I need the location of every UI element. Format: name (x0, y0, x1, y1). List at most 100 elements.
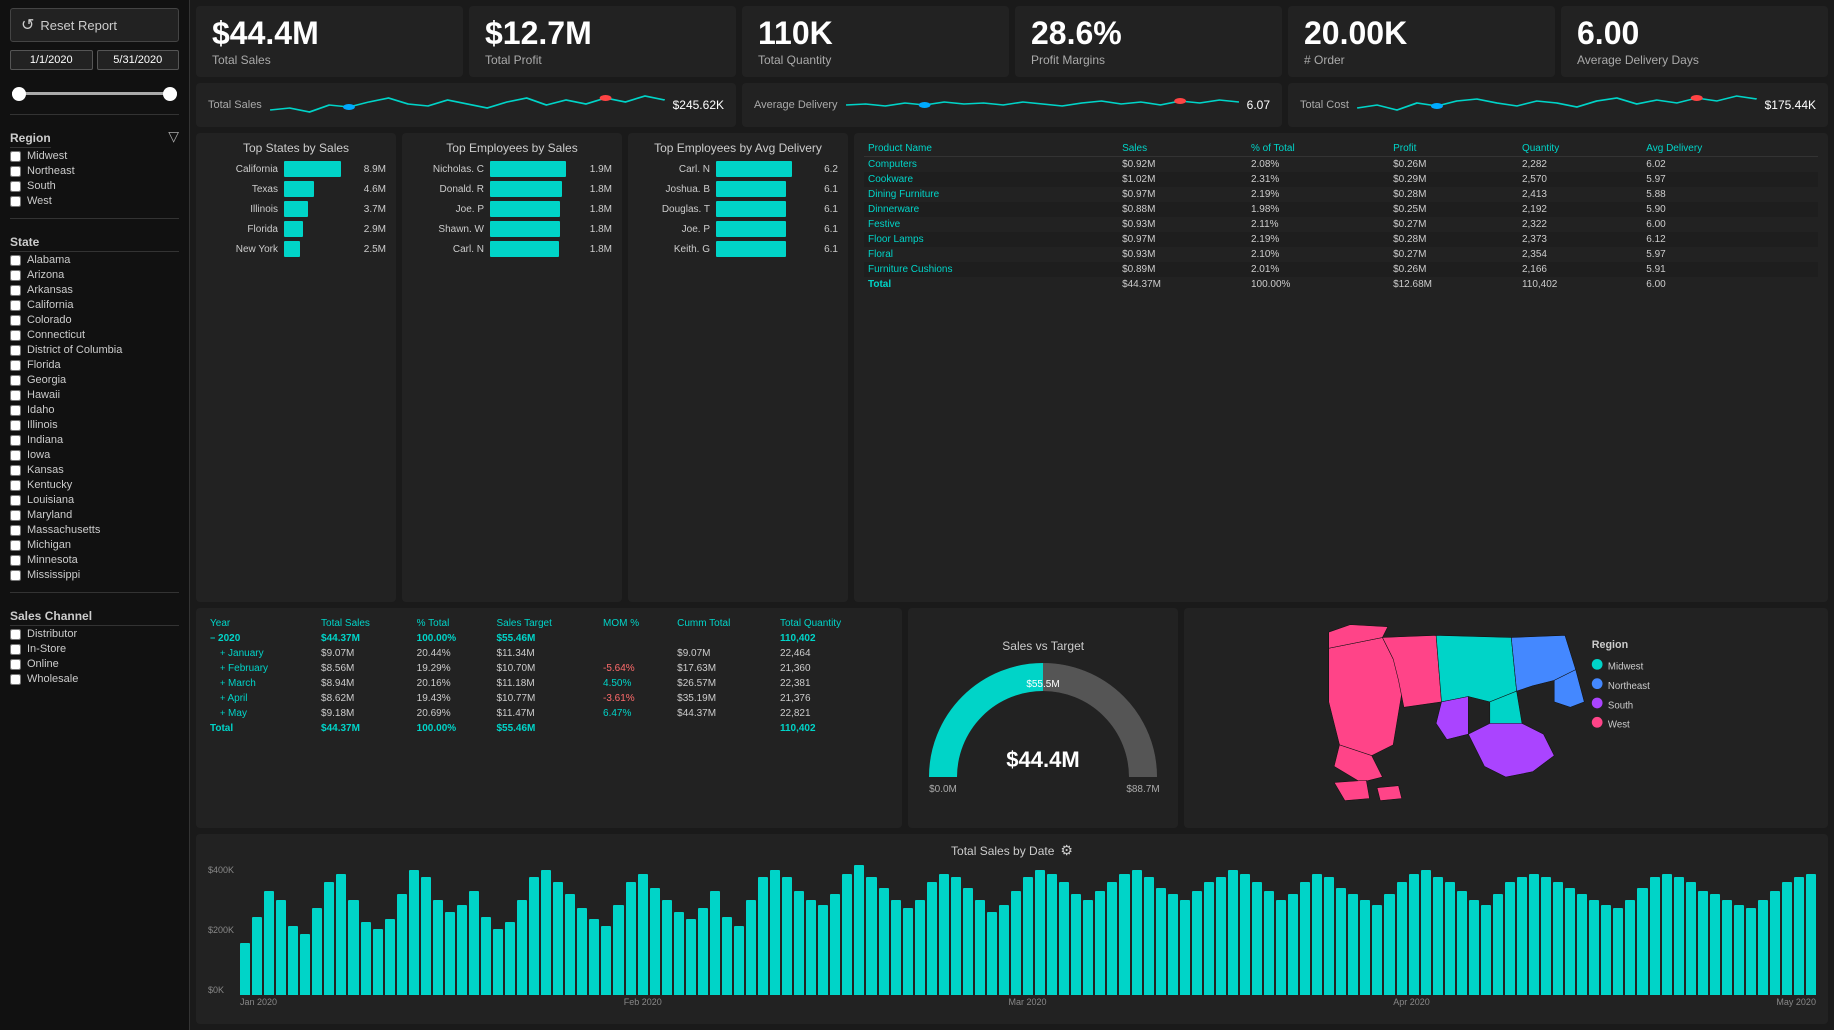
channel-online[interactable]: Online (10, 657, 179, 671)
state-kentucky[interactable]: Kentucky (10, 478, 179, 492)
bar-chart-bar (373, 929, 383, 995)
bar-chart-bar (782, 877, 792, 995)
channel-instore[interactable]: In-Store (10, 642, 179, 656)
bar-chart-bar (1469, 900, 1479, 995)
col-pct-total[interactable]: % Total (413, 616, 493, 631)
bar-chart-bar (1047, 874, 1057, 995)
us-map-svg: Midwest Northeast South West Region (1194, 616, 1818, 820)
state-arkansas[interactable]: Arkansas (10, 283, 179, 297)
bar-chart-bar (1336, 888, 1346, 995)
col-sales-target[interactable]: Sales Target (492, 616, 599, 631)
state-iowa[interactable]: Iowa (10, 448, 179, 462)
bar-chart-bar (1746, 908, 1756, 995)
channel-distributor[interactable]: Distributor (10, 627, 179, 641)
region-midwest[interactable]: Midwest (10, 149, 179, 163)
bar-chart-bar (1577, 894, 1587, 995)
bar-chart-bar (541, 870, 551, 995)
state-connecticut[interactable]: Connecticut (10, 328, 179, 342)
state-massachusetts[interactable]: Massachusetts (10, 523, 179, 537)
bar-chart-bar (1722, 900, 1732, 995)
state-arizona[interactable]: Arizona (10, 268, 179, 282)
date-start[interactable]: 1/1/2020 (10, 50, 93, 70)
col-product-name[interactable]: Product Name (864, 141, 1118, 157)
state-california[interactable]: California (10, 298, 179, 312)
channel-wholesale[interactable]: Wholesale (10, 672, 179, 686)
state-hawaii[interactable]: Hawaii (10, 388, 179, 402)
bar-chart-bar (553, 882, 563, 995)
bottom-row: Year Total Sales % Total Sales Target MO… (196, 608, 1828, 828)
col-pct-total[interactable]: % of Total (1247, 141, 1389, 157)
emp-sales-bar-nicholas: Nicholas. C 1.9M (412, 161, 612, 177)
bar-chart-bar (987, 912, 997, 995)
state-maryland[interactable]: Maryland (10, 508, 179, 522)
state-louisiana[interactable]: Louisiana (10, 493, 179, 507)
bar-chart-bar (252, 917, 262, 995)
state-colorado[interactable]: Colorado (10, 313, 179, 327)
state-georgia[interactable]: Georgia (10, 373, 179, 387)
bar-chart-bar (1433, 877, 1443, 995)
bar-chart-bar (1384, 894, 1394, 995)
state-idaho[interactable]: Idaho (10, 403, 179, 417)
bar-chart-bar (1083, 900, 1093, 995)
sales-channel-filter: Sales Channel Distributor In-Store Onlin… (10, 603, 179, 686)
bar-chart-bar (1782, 882, 1792, 995)
state-illinois[interactable]: Illinois (10, 418, 179, 432)
col-profit[interactable]: Profit (1389, 141, 1518, 157)
col-mom[interactable]: MOM % (599, 616, 673, 631)
bar-chart-bar (686, 919, 696, 995)
col-total-qty[interactable]: Total Quantity (776, 616, 892, 631)
state-alabama[interactable]: Alabama (10, 253, 179, 267)
sales-channel-label: Sales Channel (10, 609, 179, 626)
bar-chart-bar (710, 891, 720, 995)
sales-total-row: Total $44.37M 100.00% $55.46M 110,402 (206, 721, 892, 736)
bar-chart-bar (1119, 874, 1129, 995)
product-table-row: Floor Lamps $0.97M 2.19% $0.28M 2,373 6.… (864, 232, 1818, 247)
bar-chart-bar (1589, 900, 1599, 995)
date-end[interactable]: 5/31/2020 (97, 50, 180, 70)
bar-chart-bar (927, 882, 937, 995)
region-south[interactable]: South (10, 179, 179, 193)
state-florida[interactable]: Florida (10, 358, 179, 372)
col-total-sales[interactable]: Total Sales (317, 616, 413, 631)
region-west[interactable]: West (10, 194, 179, 208)
bar-chart-bar (1324, 877, 1334, 995)
gauge-card: Sales vs Target $44.4M $0.0M $88.7M $55.… (908, 608, 1178, 828)
state-dc[interactable]: District of Columbia (10, 343, 179, 357)
state-kansas[interactable]: Kansas (10, 463, 179, 477)
bar-chart-bar (1144, 877, 1154, 995)
col-sales[interactable]: Sales (1118, 141, 1247, 157)
bar-chart-bar (951, 877, 961, 995)
sparkline-total-sales: Total Sales $245.62K (196, 83, 736, 127)
col-year[interactable]: Year (206, 616, 317, 631)
bar-chart-bar (1011, 891, 1021, 995)
emp-del-bar-joshua: Joshua. B 6.1 (638, 181, 838, 197)
emp-sales-bar-donald: Donald. R 1.8M (412, 181, 612, 197)
date-slider[interactable] (10, 74, 179, 104)
state-michigan[interactable]: Michigan (10, 538, 179, 552)
main-content: $44.4M Total Sales $12.7M Total Profit 1… (190, 0, 1834, 1030)
col-quantity[interactable]: Quantity (1518, 141, 1642, 157)
col-cumm-total[interactable]: Cumm Total (673, 616, 776, 631)
state-indiana[interactable]: Indiana (10, 433, 179, 447)
sales-month-row: + April $8.62M 19.43% $10.77M -3.61% $35… (206, 691, 892, 706)
state-bar-illinois: Illinois 3.7M (206, 201, 386, 217)
bar-chart-bar (1095, 891, 1105, 995)
bar-chart-bar (698, 908, 708, 995)
filter-icon[interactable]: ▽ (168, 128, 179, 145)
bar-chart-bar (975, 900, 985, 995)
col-avg-delivery[interactable]: Avg Delivery (1642, 141, 1818, 157)
chart-options-icon[interactable]: ⚙ (1060, 842, 1073, 859)
bar-chart-bar (626, 882, 636, 995)
bar-chart-bar (433, 900, 443, 995)
bar-chart-bar (1481, 905, 1491, 995)
bar-chart-bar (1662, 874, 1672, 995)
state-mississippi[interactable]: Mississippi (10, 568, 179, 582)
region-northeast[interactable]: Northeast (10, 164, 179, 178)
bar-chart-bar (397, 894, 407, 995)
bar-chart-bar (445, 912, 455, 995)
state-minnesota[interactable]: Minnesota (10, 553, 179, 567)
region-filter: Region ▽ Midwest Northeast South West (10, 125, 179, 208)
reset-report-button[interactable]: ↺ Reset Report (10, 8, 179, 42)
bar-chart-bar (348, 900, 358, 995)
bar-chart-bar (963, 888, 973, 995)
